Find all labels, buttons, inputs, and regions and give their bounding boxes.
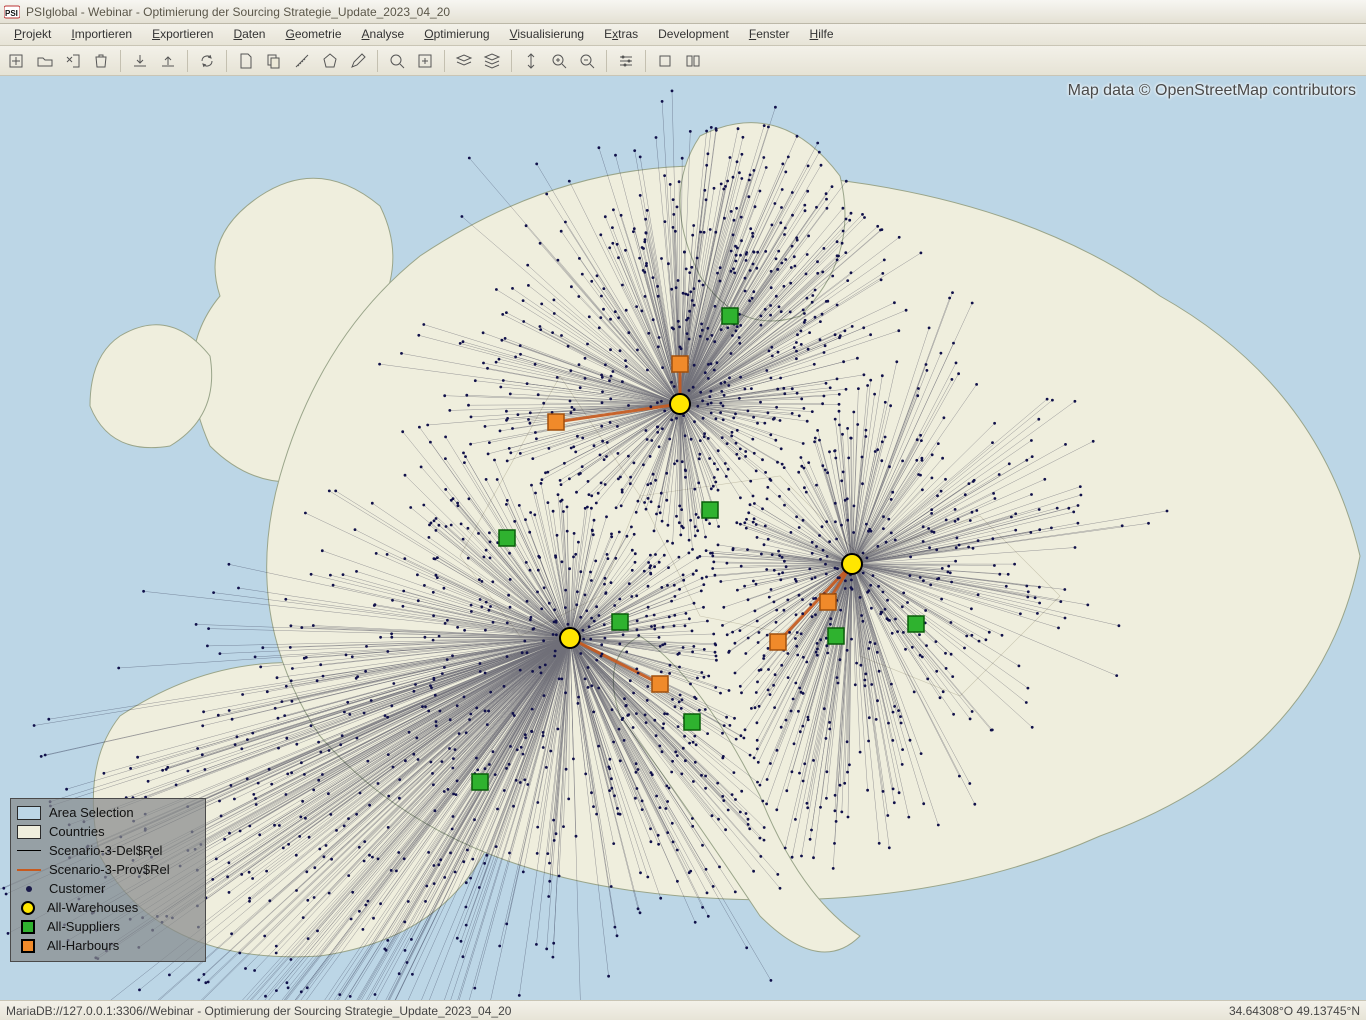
app-icon: PSI bbox=[4, 4, 20, 20]
menu-daten[interactable]: Daten bbox=[223, 24, 275, 45]
app-window: PSI PSIglobal - Webinar - Optimierung de… bbox=[0, 0, 1366, 1020]
zoom-out-button[interactable] bbox=[574, 49, 600, 73]
menu-development[interactable]: Development bbox=[648, 24, 739, 45]
menu-visualisierung[interactable]: Visualisierung bbox=[500, 24, 595, 45]
prov-line-icon bbox=[17, 869, 41, 871]
menubar: Projekt Importieren Exportieren Daten Ge… bbox=[0, 24, 1366, 46]
layers-1-button[interactable] bbox=[451, 49, 477, 73]
window-split-button[interactable] bbox=[680, 49, 706, 73]
window-single-button[interactable] bbox=[652, 49, 678, 73]
toolbar-separator bbox=[187, 50, 188, 72]
countries-swatch bbox=[17, 825, 41, 839]
map-canvas[interactable]: Map data © OpenStreetMap contributors Ar… bbox=[0, 76, 1366, 1000]
menu-extras[interactable]: Extras bbox=[594, 24, 648, 45]
export-button[interactable] bbox=[155, 49, 181, 73]
toolbar-separator bbox=[606, 50, 607, 72]
legend-scenario-del[interactable]: Scenario-3-Del$Rel bbox=[17, 841, 199, 860]
polygon-button[interactable] bbox=[317, 49, 343, 73]
toolbar-separator bbox=[226, 50, 227, 72]
settings-button[interactable] bbox=[613, 49, 639, 73]
zoom-in-button[interactable] bbox=[546, 49, 572, 73]
svg-text:PSI: PSI bbox=[5, 9, 18, 18]
del-line-icon bbox=[17, 850, 41, 851]
warehouse-icon bbox=[21, 901, 35, 915]
menu-analyse[interactable]: Analyse bbox=[352, 24, 415, 45]
menu-fenster[interactable]: Fenster bbox=[739, 24, 800, 45]
window-title: PSIglobal - Webinar - Optimierung der So… bbox=[26, 5, 450, 19]
menu-exportieren[interactable]: Exportieren bbox=[142, 24, 223, 45]
measure-button[interactable] bbox=[289, 49, 315, 73]
legend-harbours[interactable]: All-Harbours bbox=[17, 936, 199, 955]
toolbar bbox=[0, 46, 1366, 76]
toolbar-separator bbox=[645, 50, 646, 72]
toolbar-separator bbox=[377, 50, 378, 72]
toolbar-separator bbox=[444, 50, 445, 72]
titlebar: PSI PSIglobal - Webinar - Optimierung de… bbox=[0, 0, 1366, 24]
status-db: MariaDB://127.0.0.1:3306//Webinar - Opti… bbox=[6, 1004, 511, 1018]
layers-2-button[interactable] bbox=[479, 49, 505, 73]
legend-countries[interactable]: Countries bbox=[17, 822, 199, 841]
open-project-button[interactable] bbox=[32, 49, 58, 73]
sync-button[interactable] bbox=[194, 49, 220, 73]
delete-project-button[interactable] bbox=[88, 49, 114, 73]
legend-area-selection[interactable]: Area Selection bbox=[17, 803, 199, 822]
supplier-icon bbox=[21, 920, 35, 934]
menu-projekt[interactable]: Projekt bbox=[4, 24, 61, 45]
menu-optimierung[interactable]: Optimierung bbox=[414, 24, 499, 45]
area-selection-swatch bbox=[17, 806, 41, 820]
height-button[interactable] bbox=[518, 49, 544, 73]
zoom-area-button[interactable] bbox=[384, 49, 410, 73]
legend-warehouses[interactable]: All-Warehouses bbox=[17, 898, 199, 917]
harbour-icon bbox=[21, 939, 35, 953]
customer-dot-icon bbox=[26, 886, 32, 892]
import-button[interactable] bbox=[127, 49, 153, 73]
close-project-button[interactable] bbox=[60, 49, 86, 73]
legend: Area Selection Countries Scenario-3-Del$… bbox=[10, 798, 206, 962]
statusbar: MariaDB://127.0.0.1:3306//Webinar - Opti… bbox=[0, 1000, 1366, 1020]
page-button[interactable] bbox=[233, 49, 259, 73]
toolbar-separator bbox=[511, 50, 512, 72]
edit-button[interactable] bbox=[345, 49, 371, 73]
menu-importieren[interactable]: Importieren bbox=[61, 24, 142, 45]
duplicate-button[interactable] bbox=[261, 49, 287, 73]
legend-suppliers[interactable]: All-Suppliers bbox=[17, 917, 199, 936]
legend-scenario-prov[interactable]: Scenario-3-Prov$Rel bbox=[17, 860, 199, 879]
status-coords: 34.64308°O 49.13745°N bbox=[1229, 1004, 1360, 1018]
new-project-button[interactable] bbox=[4, 49, 30, 73]
menu-geometrie[interactable]: Geometrie bbox=[275, 24, 351, 45]
toolbar-separator bbox=[120, 50, 121, 72]
menu-hilfe[interactable]: Hilfe bbox=[800, 24, 844, 45]
zoom-fit-button[interactable] bbox=[412, 49, 438, 73]
legend-customer[interactable]: Customer bbox=[17, 879, 199, 898]
